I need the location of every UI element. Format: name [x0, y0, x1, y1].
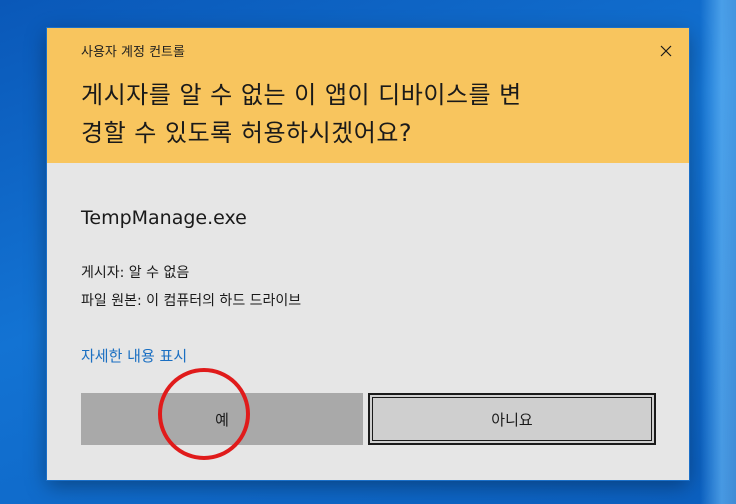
- uac-header: 사용자 계정 컨트롤 게시자를 알 수 없는 이 앱이 디바이스를 변 경할 수…: [47, 28, 689, 163]
- uac-dialog: 사용자 계정 컨트롤 게시자를 알 수 없는 이 앱이 디바이스를 변 경할 수…: [47, 28, 689, 480]
- no-button-label: 아니요: [491, 410, 533, 429]
- question-line-2: 경할 수 있도록 허용하시겠어요?: [81, 119, 413, 147]
- close-icon: [660, 45, 672, 57]
- no-button[interactable]: 아니요: [368, 393, 656, 445]
- publisher-info: 게시자: 알 수 없음: [81, 265, 190, 281]
- file-origin-info: 파일 원본: 이 컴퓨터의 하드 드라이브: [81, 293, 302, 309]
- show-details-link[interactable]: 자세한 내용 표시: [81, 345, 187, 366]
- yes-button-label: 예: [215, 410, 229, 429]
- uac-question: 게시자를 알 수 없는 이 앱이 디바이스를 변 경할 수 있도록 허용하시겠어…: [81, 76, 656, 152]
- question-line-1: 게시자를 알 수 없는 이 앱이 디바이스를 변: [81, 81, 522, 109]
- app-name: TempManage.exe: [81, 207, 247, 229]
- desktop-background-glow: [700, 0, 736, 504]
- yes-button[interactable]: 예: [81, 393, 363, 445]
- dialog-caption: 사용자 계정 컨트롤: [81, 45, 185, 60]
- close-button[interactable]: [643, 28, 689, 74]
